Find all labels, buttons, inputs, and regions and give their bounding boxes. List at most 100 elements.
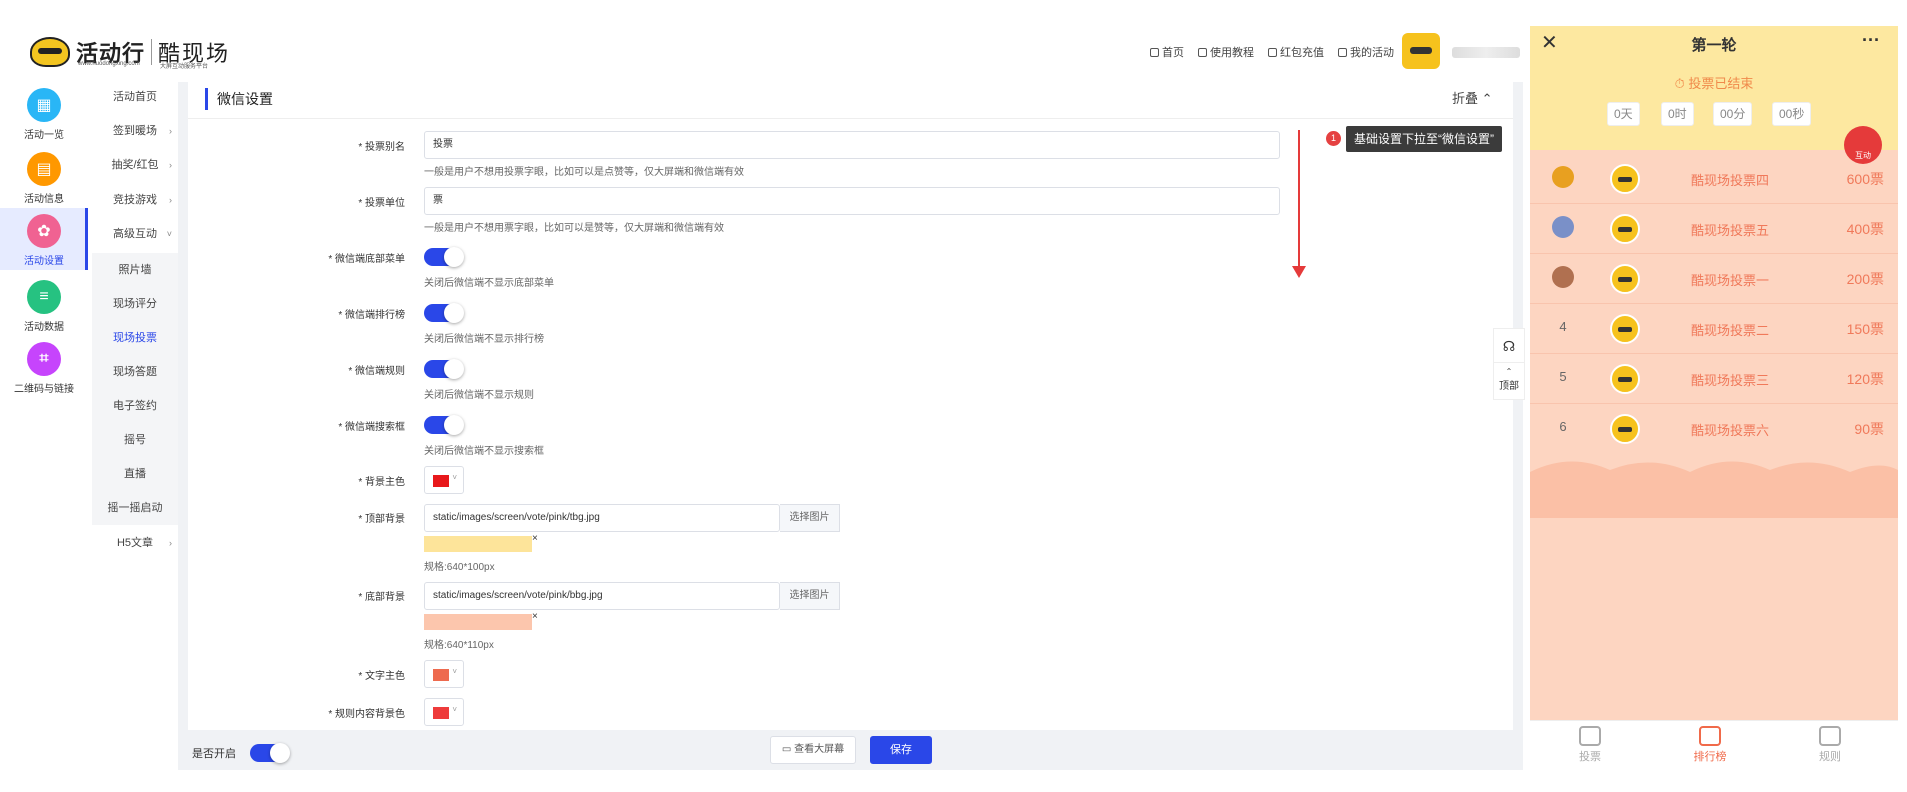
top-nav-my-events[interactable]: 我的活动 bbox=[1338, 44, 1394, 60]
ranking-label: * 微信端排行榜 bbox=[338, 310, 405, 321]
bg-color-label: * 背景主色 bbox=[358, 477, 405, 488]
vote-unit-input[interactable]: 票 bbox=[424, 187, 1280, 215]
bottom-bg-input[interactable]: static/images/screen/vote/pink/bbg.jpg bbox=[424, 582, 780, 610]
vote-alias-input[interactable]: 投票 bbox=[424, 131, 1280, 159]
customer-service-icon[interactable]: ☊ bbox=[1494, 329, 1524, 363]
subnav-lottery[interactable]: 抽奖/红包 › bbox=[92, 150, 178, 180]
rules-bg-label: * 规则内容背景色 bbox=[328, 709, 405, 720]
bottom-bg-choose-button[interactable]: 选择图片 bbox=[780, 582, 840, 610]
bottom-bg-thumbnail bbox=[424, 614, 532, 630]
user-avatar[interactable] bbox=[1402, 33, 1440, 69]
top-bg-thumbnail bbox=[424, 536, 532, 552]
monitor-icon: ▭ bbox=[781, 744, 795, 755]
subnav-esign[interactable]: 电子签约 bbox=[92, 389, 178, 423]
nav-activity-overview[interactable]: ▦ 活动一览 bbox=[0, 86, 88, 142]
ranking-row[interactable]: 4 酷现场投票二 150票 bbox=[1530, 304, 1898, 354]
rules-toggle[interactable] bbox=[424, 359, 464, 379]
nav-activity-info[interactable]: ▤ 活动信息 bbox=[0, 150, 88, 206]
top-bg-label: * 顶部背景 bbox=[358, 514, 405, 525]
subnav-shake-start[interactable]: 摇一摇启动 bbox=[92, 491, 178, 525]
subnav-scoring[interactable]: 现场评分 bbox=[92, 287, 178, 321]
candidate-avatar bbox=[1610, 214, 1640, 244]
silver-medal-icon bbox=[1552, 216, 1574, 238]
ranking-toggle[interactable] bbox=[424, 303, 464, 323]
ranking-row[interactable]: 酷现场投票一 200票 bbox=[1530, 254, 1898, 304]
subnav-voting[interactable]: 现场投票 bbox=[92, 321, 178, 355]
book-icon bbox=[1198, 48, 1207, 57]
username-blurred[interactable] bbox=[1452, 47, 1520, 58]
tab-ranking[interactable]: 排行榜 bbox=[1680, 726, 1740, 764]
up-arrow-icon: ⌃ bbox=[1505, 367, 1513, 376]
nav-activity-data[interactable]: ≡ 活动数据 bbox=[0, 278, 88, 334]
search-toggle[interactable] bbox=[424, 415, 464, 435]
top-bg-choose-button[interactable]: 选择图片 bbox=[780, 504, 840, 532]
countdown-days: 0天 bbox=[1607, 102, 1640, 126]
subnav-photo-wall[interactable]: 照片墙 bbox=[92, 253, 178, 287]
rules-bg-color-swatch bbox=[433, 707, 449, 719]
icon-sidebar: ▦ 活动一览 ▤ 活动信息 ✿ 活动设置 ≡ 活动数据 ⌗ 二维码与链接 bbox=[0, 82, 88, 762]
document-icon: ▤ bbox=[27, 152, 61, 186]
floating-toolbar: ☊ ⌃ 顶部 bbox=[1493, 328, 1525, 400]
ranking-row[interactable]: 酷现场投票四 600票 bbox=[1530, 154, 1898, 204]
tab-vote[interactable]: 投票 bbox=[1560, 726, 1620, 764]
grid-icon: ▦ bbox=[27, 88, 61, 122]
chevron-right-icon: › bbox=[169, 195, 172, 205]
subnav-live[interactable]: 直播 bbox=[92, 457, 178, 491]
annotation-arrowhead bbox=[1292, 266, 1306, 278]
ranking-row[interactable]: 酷现场投票五 400票 bbox=[1530, 204, 1898, 254]
subnav-quiz[interactable]: 现场答题 bbox=[92, 355, 178, 389]
save-button[interactable]: 保存 bbox=[870, 736, 932, 764]
search-label: * 微信端搜索框 bbox=[338, 422, 405, 433]
back-to-top-button[interactable]: ⌃ 顶部 bbox=[1494, 363, 1524, 399]
more-icon[interactable]: ··· bbox=[1862, 30, 1880, 51]
list-icon bbox=[1338, 48, 1347, 57]
subnav-activity-home[interactable]: 活动首页 bbox=[92, 82, 178, 112]
text-color-label: * 文字主色 bbox=[358, 671, 405, 682]
remove-top-bg-icon[interactable]: × bbox=[532, 533, 538, 544]
subnav-number-draw[interactable]: 摇号 bbox=[92, 423, 178, 457]
nav-activity-settings[interactable]: ✿ 活动设置 bbox=[0, 208, 88, 270]
view-screen-button[interactable]: ▭ 查看大屏幕 bbox=[770, 736, 856, 764]
candidate-avatar bbox=[1610, 364, 1640, 394]
bottom-bg-spec: 规格:640*110px bbox=[424, 640, 494, 651]
qrcode-icon: ⌗ bbox=[27, 342, 61, 376]
header-divider bbox=[188, 118, 1513, 119]
vote-ended-status: ⏱ 投票已结束 bbox=[1674, 76, 1754, 91]
rules-bg-color-picker[interactable]: ˅ bbox=[424, 698, 464, 726]
enable-label: 是否开启 bbox=[192, 748, 236, 760]
top-bg-input[interactable]: static/images/screen/vote/pink/tbg.jpg bbox=[424, 504, 780, 532]
remove-bottom-bg-icon[interactable]: × bbox=[532, 611, 538, 622]
logo-mascot-icon bbox=[30, 37, 70, 67]
phone-title: 第一轮 bbox=[1691, 37, 1737, 54]
database-icon: ≡ bbox=[27, 280, 61, 314]
countdown-hours: 0时 bbox=[1661, 102, 1694, 126]
logo[interactable]: 活动行 酷现场 www.huodongxing.com 大屏互动服务平台 bbox=[30, 34, 230, 70]
chevron-down-icon: ˅ bbox=[452, 473, 457, 482]
vote-unit-label: * 投票单位 bbox=[358, 198, 405, 209]
logo-divider bbox=[151, 39, 153, 65]
search-hint: 关闭后微信端不显示搜索框 bbox=[424, 446, 544, 457]
top-bg-spec: 规格:640*100px bbox=[424, 562, 495, 573]
chevron-down-icon: ˅ bbox=[452, 667, 457, 676]
subnav-checkin[interactable]: 签到暖场 › bbox=[92, 116, 178, 146]
tooltip: 基础设置下拉至“微信设置” bbox=[1346, 126, 1502, 152]
top-nav-recharge[interactable]: 红包充值 bbox=[1268, 44, 1324, 60]
text-color-picker[interactable]: ˅ bbox=[424, 660, 464, 688]
subnav-games[interactable]: 竞技游戏 › bbox=[92, 185, 178, 215]
bg-color-picker[interactable]: ˅ bbox=[424, 466, 464, 494]
rules-label: * 微信端规则 bbox=[348, 366, 405, 377]
top-nav-tutorial[interactable]: 使用教程 bbox=[1198, 44, 1254, 60]
enable-toggle[interactable] bbox=[250, 743, 290, 763]
collapse-button[interactable]: 折叠 ⌃ bbox=[1452, 88, 1493, 107]
bottom-menu-label: * 微信端底部菜单 bbox=[328, 254, 405, 265]
ranking-row[interactable]: 5 酷现场投票三 120票 bbox=[1530, 354, 1898, 404]
rules-hint: 关闭后微信端不显示规则 bbox=[424, 390, 534, 401]
ranking-row[interactable]: 6 酷现场投票六 90票 bbox=[1530, 404, 1898, 454]
tab-rules[interactable]: 规则 bbox=[1800, 726, 1860, 764]
bottom-menu-toggle[interactable] bbox=[424, 247, 464, 267]
subnav-h5-article[interactable]: H5文章 › bbox=[92, 528, 178, 558]
top-nav-home[interactable]: 首页 bbox=[1150, 44, 1184, 60]
subnav-advanced[interactable]: 高级互动 ˅ bbox=[92, 219, 178, 249]
nav-qrcode-links[interactable]: ⌗ 二维码与链接 bbox=[0, 340, 88, 396]
countdown-minutes: 00分 bbox=[1713, 102, 1753, 126]
